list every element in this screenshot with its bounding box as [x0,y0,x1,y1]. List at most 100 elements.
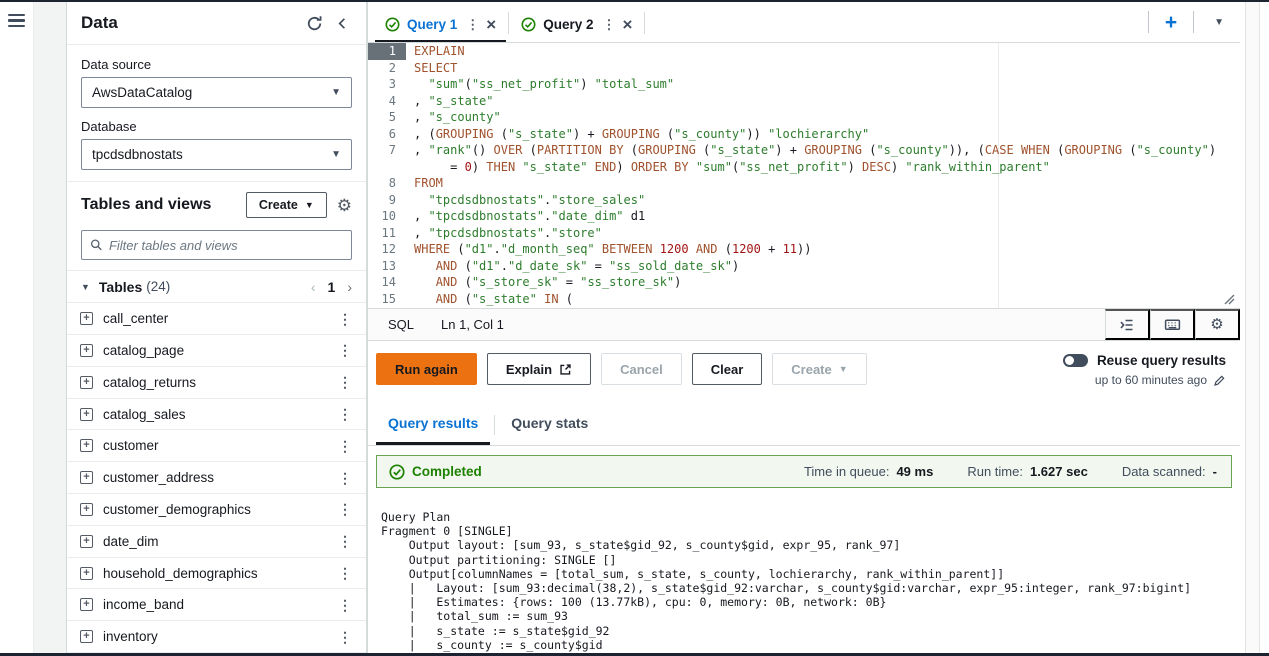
table-row[interactable]: + customer ⋮ [67,430,366,463]
cancel-button[interactable]: Cancel [601,353,682,385]
scrollbar-track[interactable] [1245,2,1260,653]
close-tab-icon[interactable]: × [486,16,496,33]
query-tab-2[interactable]: Query 2 ⋮ × [511,8,642,42]
table-actions-kebab-icon[interactable]: ⋮ [338,502,352,516]
page-prev-icon[interactable]: ‹ [311,279,316,295]
code-line: 2 SELECT [368,60,1240,77]
table-row[interactable]: + catalog_sales ⋮ [67,398,366,431]
query-tab-label: Query 1 [407,16,458,32]
query-stat: Time in queue: 49 ms [804,464,933,479]
hamburger-menu-icon[interactable] [8,14,25,27]
tab-kebab-icon[interactable]: ⋮ [466,18,479,31]
refresh-icon[interactable] [304,13,325,34]
data-panel-body: Data source AwsDataCatalog ▼ Database tp… [67,45,366,653]
query-actions-bar: Run again Explain Cancel Clear Create ▼ R… [368,341,1240,404]
code-text: EXPLAIN [414,44,465,58]
results-tab-1[interactable]: Query results [376,404,491,445]
data-source-select[interactable]: AwsDataCatalog ▼ [81,77,352,109]
filter-tables-input[interactable] [108,237,343,253]
clear-button[interactable]: Clear [691,353,763,385]
table-actions-kebab-icon[interactable]: ⋮ [338,534,352,548]
page-number: 1 [327,278,336,295]
table-row[interactable]: + catalog_returns ⋮ [67,366,366,399]
section-collapse-icon[interactable]: ▼ [81,282,90,292]
query-tab-1[interactable]: Query 1 ⋮ × [375,8,507,42]
expand-table-icon[interactable]: + [80,439,93,453]
chevron-down-icon: ▼ [331,149,341,161]
new-query-tab-button[interactable]: + [1159,12,1183,33]
table-row[interactable]: + date_dim ⋮ [67,525,366,558]
tab-overflow-menu-icon[interactable]: ▼ [1204,17,1234,28]
table-row[interactable]: + catalog_page ⋮ [67,335,366,367]
expand-table-icon[interactable]: + [80,312,93,326]
expand-table-icon[interactable]: + [80,534,93,548]
close-tab-icon[interactable]: × [623,16,633,33]
reuse-duration-text: up to 60 minutes ago [1094,373,1207,387]
expand-table-icon[interactable]: + [80,375,93,389]
panel-gutter [34,2,67,653]
table-actions-kebab-icon[interactable]: ⋮ [338,343,352,357]
data-panel-title: Data [81,13,118,33]
editor-resize-handle[interactable] [1224,294,1235,305]
keyboard-shortcuts-icon[interactable] [1150,309,1195,340]
expand-table-icon[interactable]: + [80,566,93,580]
status-badge: Completed [412,464,482,479]
run-again-button[interactable]: Run again [376,353,477,385]
query-plan-output: Query Plan Fragment 0 [SINGLE] Output la… [381,510,1192,652]
table-row[interactable]: + income_band ⋮ [67,589,366,622]
editor-status-bar: SQL Ln 1, Col 1 ⚙ [368,308,1240,341]
code-line: 4 , "s_state" [368,93,1240,110]
gear-icon[interactable]: ⚙ [337,197,352,214]
line-number: 2 [388,60,396,75]
table-row[interactable]: + inventory ⋮ [67,621,366,653]
database-select[interactable]: tpcdsdbnostats ▼ [81,139,352,171]
code-line: 13 AND ("d1"."d_date_sk" = "ss_sold_date… [368,258,1240,275]
results-tab-2[interactable]: Query stats [499,404,600,445]
line-number: 12 [381,242,396,256]
table-row[interactable]: + call_center ⋮ [67,303,366,336]
table-actions-kebab-icon[interactable]: ⋮ [338,598,352,612]
code-text: , "rank"() OVER (PARTITION BY (GROUPING … [414,143,1217,157]
table-actions-kebab-icon[interactable]: ⋮ [338,312,352,326]
success-check-icon [521,17,536,32]
query-stat: Run time: 1.627 sec [967,464,1087,479]
page-next-icon[interactable]: › [347,279,352,295]
line-number: 8 [388,176,396,190]
expand-table-icon[interactable]: + [80,502,93,516]
expand-table-icon[interactable]: + [80,407,93,421]
format-query-icon[interactable] [1105,309,1150,340]
reuse-results-toggle[interactable] [1062,354,1088,367]
table-actions-kebab-icon[interactable]: ⋮ [338,630,352,644]
filter-tables-input-box [81,230,352,261]
expand-table-icon[interactable]: + [80,343,93,357]
stat-value: - [1212,464,1217,479]
sql-editor[interactable]: 1 EXPLAIN 2 SELECT 3 "sum"("ss_net_profit") … [368,43,1240,308]
editor-settings-gear-icon[interactable]: ⚙ [1195,309,1240,340]
table-name: catalog_page [103,342,185,358]
line-number: 6 [388,126,396,141]
table-actions-kebab-icon[interactable]: ⋮ [338,375,352,389]
expand-table-icon[interactable]: + [80,630,93,644]
tables-section-header: ▼ Tables (24) ‹ 1 › [67,270,366,304]
stat-label: Run time: [967,464,1023,479]
table-actions-kebab-icon[interactable]: ⋮ [338,566,352,580]
stat-value: 1.627 sec [1029,464,1088,479]
table-actions-kebab-icon[interactable]: ⋮ [338,471,352,485]
table-row[interactable]: + customer_address ⋮ [67,462,366,495]
line-number: 9 [388,192,396,207]
tab-kebab-icon[interactable]: ⋮ [603,18,616,31]
table-row[interactable]: + customer_demographics ⋮ [67,494,366,526]
expand-table-icon[interactable]: + [80,598,93,612]
create-dropdown-button[interactable]: Create ▼ [772,353,867,385]
success-check-icon [385,17,400,32]
table-actions-kebab-icon[interactable]: ⋮ [338,439,352,453]
line-number: 15 [381,291,396,306]
table-row[interactable]: + household_demographics ⋮ [67,557,366,590]
table-actions-kebab-icon[interactable]: ⋮ [338,407,352,421]
edit-pencil-icon[interactable] [1213,374,1226,387]
line-number: 1 [368,43,406,60]
expand-table-icon[interactable]: + [80,471,93,485]
create-button[interactable]: Create ▼ [245,192,327,219]
explain-button[interactable]: Explain [486,353,592,385]
collapse-panel-icon[interactable] [333,14,352,33]
